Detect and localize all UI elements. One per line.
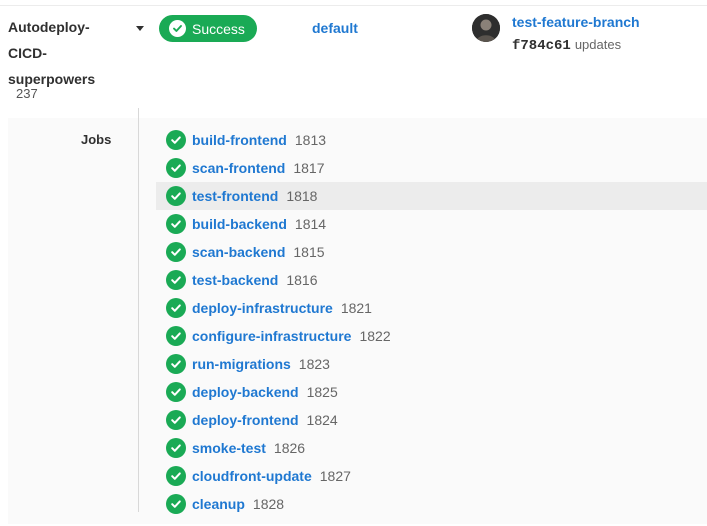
job-name-link[interactable]: test-frontend	[192, 188, 278, 204]
job-id: 1825	[306, 384, 338, 400]
job-name-link[interactable]: configure-infrastructure	[192, 328, 351, 344]
check-circle-icon	[166, 466, 186, 486]
check-circle-icon	[166, 242, 186, 262]
top-divider	[0, 5, 707, 6]
job-id: 1817	[293, 160, 325, 176]
job-id: 1823	[298, 356, 330, 372]
job-row[interactable]: test-frontend 1818	[156, 182, 707, 210]
job-row[interactable]: cloudfront-update 1827	[156, 462, 707, 490]
check-circle-icon	[166, 382, 186, 402]
job-name-link[interactable]: run-migrations	[192, 356, 291, 372]
check-circle-icon	[166, 270, 186, 290]
job-name-link[interactable]: test-backend	[192, 272, 278, 288]
job-name-link[interactable]: scan-frontend	[192, 160, 285, 176]
job-id: 1824	[306, 412, 338, 428]
job-row[interactable]: run-migrations 1823	[156, 350, 707, 378]
check-circle-icon	[166, 494, 186, 514]
project-name[interactable]: Autodeploy- CICD- superpowers	[8, 14, 118, 92]
job-name-link[interactable]: deploy-frontend	[192, 412, 299, 428]
job-row[interactable]: build-frontend 1813	[156, 126, 707, 154]
commit-sha-link[interactable]: f784c61	[512, 38, 571, 54]
job-row[interactable]: cleanup 1828	[156, 490, 707, 518]
job-id: 1813	[294, 132, 327, 148]
job-id: 1815	[293, 244, 325, 260]
check-circle-icon	[166, 410, 186, 430]
job-id: 1816	[286, 272, 318, 288]
job-row[interactable]: test-backend 1816	[156, 266, 707, 294]
job-row[interactable]: configure-infrastructure 1822	[156, 322, 707, 350]
job-id: 1821	[340, 300, 372, 316]
job-name-link[interactable]: deploy-backend	[192, 384, 299, 400]
job-row[interactable]: scan-frontend 1817	[156, 154, 707, 182]
job-row[interactable]: smoke-test 1826	[156, 434, 707, 462]
job-row[interactable]: deploy-infrastructure 1821	[156, 294, 707, 322]
check-circle-icon	[166, 130, 186, 150]
job-name-link[interactable]: build-backend	[192, 216, 287, 232]
job-name-link[interactable]: cloudfront-update	[192, 468, 312, 484]
job-id: 1814	[294, 216, 327, 232]
job-id: 1822	[359, 328, 391, 344]
job-row[interactable]: scan-backend 1815	[156, 238, 707, 266]
environment-link[interactable]: default	[312, 20, 358, 36]
check-circle-icon	[166, 298, 186, 318]
job-id: 1827	[319, 468, 351, 484]
check-circle-icon	[166, 326, 186, 346]
job-name-link[interactable]: build-frontend	[192, 132, 287, 148]
check-circle-icon	[166, 354, 186, 374]
jobs-tree-line	[138, 108, 139, 512]
job-id: 1818	[286, 188, 318, 204]
branch-link[interactable]: test-feature-branch	[512, 14, 640, 30]
job-row[interactable]: build-backend 1814	[156, 210, 707, 238]
job-name-link[interactable]: cleanup	[192, 496, 245, 512]
job-row[interactable]: deploy-backend 1825	[156, 378, 707, 406]
job-name-link[interactable]: smoke-test	[192, 440, 266, 456]
job-name-link[interactable]: deploy-infrastructure	[192, 300, 333, 316]
commit-info: f784c61 updates	[512, 36, 621, 54]
jobs-label: Jobs	[81, 132, 112, 147]
chevron-down-icon[interactable]	[136, 26, 144, 31]
job-id: 1828	[252, 496, 285, 512]
check-circle-icon	[166, 214, 186, 234]
user-avatar[interactable]	[472, 14, 500, 42]
status-label: Success	[192, 20, 245, 37]
check-circle-icon	[166, 186, 186, 206]
project-id: 237	[16, 86, 38, 101]
status-badge[interactable]: Success	[159, 15, 257, 42]
job-name-link[interactable]: scan-backend	[192, 244, 285, 260]
commit-message: updates	[574, 37, 622, 52]
check-circle-icon	[169, 20, 186, 37]
job-id: 1826	[273, 440, 306, 456]
check-circle-icon	[166, 438, 186, 458]
job-row[interactable]: deploy-frontend 1824	[156, 406, 707, 434]
check-circle-icon	[166, 158, 186, 178]
